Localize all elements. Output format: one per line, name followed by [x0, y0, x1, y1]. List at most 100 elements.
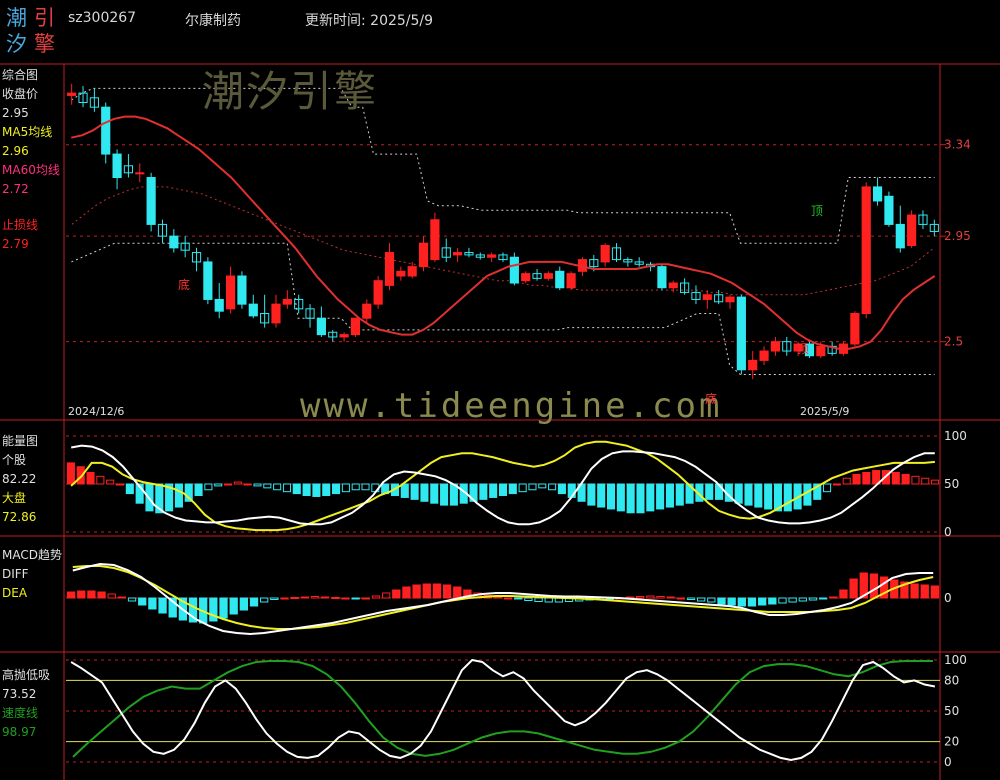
- energy-bar: [96, 475, 105, 485]
- energy-bar: [744, 483, 753, 506]
- ma5-value: 2.96: [2, 144, 29, 158]
- macd-bar: [351, 597, 360, 600]
- candle-body: [509, 256, 519, 284]
- energy-bar: [734, 483, 743, 504]
- macd-bar: [392, 589, 401, 599]
- bottom-marker: 底: [178, 278, 191, 292]
- macd-bar: [778, 597, 787, 604]
- y-tick-label: 0: [944, 591, 952, 605]
- y-tick-label: 0: [944, 755, 952, 769]
- energy-bar: [214, 483, 223, 487]
- energy-bar: [498, 483, 508, 497]
- market-energy-value: 72.86: [2, 510, 37, 524]
- macd-bar: [300, 596, 309, 599]
- energy-bar: [420, 483, 429, 502]
- macd-panel-labels: MACD趋势 DIFF DEA: [2, 546, 62, 603]
- macd-bar: [798, 597, 807, 602]
- macd-bar: [849, 578, 858, 599]
- energy-bar: [253, 483, 262, 487]
- macd-bar: [646, 595, 655, 599]
- macd-bar: [757, 597, 767, 606]
- macd-bar: [727, 597, 736, 606]
- macd-bar: [869, 573, 879, 599]
- y-tick-label: 0: [944, 525, 952, 539]
- macd-bar: [768, 597, 777, 605]
- energy-bar: [665, 483, 674, 508]
- energy-bar: [548, 483, 557, 491]
- macd-bar: [381, 592, 391, 599]
- macd-bar: [341, 597, 350, 600]
- upper-band-line: [71, 87, 935, 244]
- macd-bar: [127, 597, 137, 602]
- macd-bar: [636, 596, 645, 599]
- candle-body: [566, 273, 576, 289]
- date-start: 2024/12/6: [68, 405, 125, 418]
- energy-bar: [508, 483, 517, 495]
- macd-bar: [280, 597, 289, 600]
- energy-bar: [842, 477, 851, 485]
- candle-body: [702, 294, 712, 300]
- macd-bar: [788, 597, 797, 603]
- energy-bar: [852, 473, 861, 485]
- top-marker-2: 顶: [811, 204, 824, 218]
- candle-body: [407, 266, 417, 277]
- candle-body: [225, 275, 236, 310]
- macd-bar: [229, 597, 238, 615]
- macd-bar: [138, 597, 147, 606]
- stop-loss-label: 止损线: [2, 218, 39, 232]
- candle-body: [169, 235, 179, 249]
- macd-bar: [697, 597, 706, 602]
- candle-body: [101, 106, 111, 155]
- macd-bar: [503, 597, 513, 600]
- macd-bar: [920, 584, 929, 599]
- energy-bar: [528, 483, 537, 491]
- y-tick-label: 50: [944, 704, 959, 718]
- macd-bar: [534, 597, 543, 602]
- candle-body: [67, 92, 77, 96]
- energy-bar: [901, 473, 910, 485]
- energy-bar: [538, 483, 547, 489]
- energy-bar: [597, 483, 606, 508]
- candle-body: [418, 242, 429, 268]
- main-panel-labels: 综合图 收盘价 2.95 MA5均线 2.96 MA60均线 2.72: [2, 66, 60, 199]
- candle-body: [657, 266, 667, 289]
- energy-bar: [430, 483, 439, 504]
- energy-bar: [86, 471, 95, 485]
- close-value: 2.95: [2, 106, 29, 120]
- energy-bar: [351, 483, 360, 491]
- macd-bar: [676, 597, 686, 600]
- stock-energy-value: 82.22: [2, 472, 37, 486]
- energy-bar: [823, 483, 832, 493]
- candle-body: [203, 261, 213, 300]
- macd-bar: [239, 597, 249, 611]
- candle-body: [816, 345, 826, 357]
- macd-bar: [412, 584, 421, 599]
- energy-bar: [832, 483, 841, 486]
- macd-bar: [493, 596, 503, 599]
- ma5-label: MA5均线: [2, 125, 53, 139]
- energy-bar: [263, 483, 272, 489]
- macd-bar: [361, 597, 370, 600]
- energy-bar: [646, 483, 655, 512]
- candle-body: [907, 214, 917, 247]
- candle-body: [112, 153, 122, 179]
- candle-body: [237, 275, 247, 305]
- ma120-line: [71, 186, 935, 296]
- energy-bar: [440, 483, 449, 506]
- energy-bar: [616, 483, 625, 512]
- energy-bar: [764, 483, 773, 510]
- candle-body: [600, 245, 610, 263]
- stock-energy-label: 个股: [2, 453, 27, 467]
- candle-body: [895, 223, 905, 249]
- panel-title-main: 综合图: [2, 68, 39, 82]
- macd-bar: [747, 597, 757, 607]
- speed-value-1: 73.52: [2, 687, 37, 701]
- candle-body: [430, 219, 440, 261]
- bottom-marker-2: 底: [705, 392, 718, 406]
- url-watermark: www.tideengine.com: [300, 386, 723, 426]
- energy-bar: [489, 483, 498, 498]
- energy-bar: [410, 483, 419, 500]
- macd-bar: [249, 597, 259, 607]
- market-energy-label: 大盘: [2, 491, 27, 505]
- macd-bar: [544, 597, 553, 603]
